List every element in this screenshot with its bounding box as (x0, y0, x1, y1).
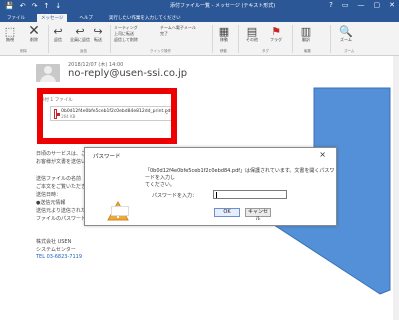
flag-label: フラグ (270, 37, 282, 42)
phone-link[interactable]: TEL 03-6823-7119 (36, 254, 82, 260)
ignore-label: 無視 (6, 37, 14, 42)
quick-step-done[interactable]: 完了 (160, 31, 196, 37)
group-delete: 削除 (20, 49, 27, 53)
dialog-message-line2: てください。 (145, 182, 175, 188)
group-quick-steps: クイック操作 (150, 49, 171, 53)
reply-button[interactable]: ↩ 返信 (52, 25, 64, 43)
other-icon: ▤ (246, 24, 258, 38)
password-input[interactable] (213, 190, 287, 199)
body-line: 送信ファイルの名前 (36, 176, 82, 182)
quick-step-reply-delete[interactable]: 返信して削除 (114, 37, 138, 43)
tell-me-search[interactable]: 実行したい作業を入力してください (105, 14, 185, 22)
quick-steps-list: ミーティング 上司に転送 返信して削除 (114, 25, 138, 43)
minimize-icon[interactable]: — (358, 1, 365, 9)
help-icon[interactable]: ? (329, 1, 333, 9)
close-icon[interactable]: × (319, 150, 326, 159)
blank-panel (111, 206, 129, 216)
ribbon: ⬚ 無視 ✕ 削除 削除 ↩ 返信 ↩ 全員に返信 ↪ 転送 返信 ミーティング… (0, 22, 399, 56)
other-label: その他 (246, 37, 258, 42)
delete-label: 削除 (30, 37, 38, 42)
ribbon-separator (238, 25, 239, 53)
up-icon[interactable]: ↑ (43, 2, 49, 10)
window-title: 添付ファイル一覧 - メッセージ (テキスト形式) (170, 3, 276, 9)
zoom-label: ズーム (340, 37, 352, 42)
redo-icon[interactable]: ↷ (32, 2, 38, 10)
message-date: 2018/12/07 (木) 14:00 (68, 62, 124, 68)
forward-button[interactable]: ↪ 転送 (92, 25, 104, 43)
zoom-icon: 🔍 (339, 24, 353, 38)
translate-button[interactable]: ▥ 翻訳 (300, 25, 312, 43)
other-button[interactable]: ▤ その他 (246, 25, 258, 43)
reply-label: 返信 (54, 37, 62, 42)
ignore-button[interactable]: ⬚ 無視 (4, 25, 16, 43)
sender-address[interactable]: no-reply@usen-ssi.co.jp (68, 68, 187, 79)
dialog-title: パスワード (93, 154, 121, 160)
avatar (36, 64, 60, 82)
ribbon-tabs: ファイル メッセージ ヘルプ 実行したい作業を入力してください (0, 12, 399, 22)
reply-all-button[interactable]: ↩ 全員に返信 (70, 25, 90, 43)
group-editing: 編集 (304, 49, 311, 53)
quick-steps-list-2: チームへ電子メール 完了 (160, 25, 196, 37)
text-cursor (216, 192, 217, 198)
body-line: システムセンター (36, 247, 76, 253)
zoom-button[interactable]: 🔍 ズーム (339, 24, 353, 43)
ignore-icon: ⬚ (4, 24, 16, 38)
body-line: ●送信元情報 (36, 200, 66, 206)
close-window-icon[interactable]: ✕ (389, 1, 395, 9)
dialog-message: 「0b0d12f4e0bfe5ceb1f2c0ebd84.pdf」は保護されてい… (145, 168, 336, 189)
ribbon-separator (330, 25, 331, 53)
title-bar: 💾 ↶ ↷ ↑ ↓ 添付ファイル一覧 - メッセージ (テキスト形式) ? ▭ … (0, 0, 399, 12)
forward-icon: ↪ (93, 24, 103, 38)
group-tags: タグ (262, 49, 269, 53)
down-icon[interactable]: ↓ (55, 2, 61, 10)
quick-access-toolbar: 💾 ↶ ↷ ↑ ↓ (0, 2, 61, 10)
dialog-message-line1: 「0b0d12f4e0bfe5ceb1f2c0ebd84.pdf」は保護されてい… (145, 168, 335, 181)
translate-icon: ▥ (300, 24, 312, 38)
ribbon-separator (110, 25, 111, 53)
body-line: 送信日時： (36, 192, 62, 198)
body-line: 株式会社 USEN (36, 239, 72, 245)
ok-button[interactable]: OK (214, 208, 240, 217)
ribbon-display-icon[interactable]: ▭ (342, 1, 349, 9)
ribbon-separator (292, 25, 293, 53)
delete-button[interactable]: ✕ 削除 (28, 23, 40, 43)
ribbon-separator (212, 25, 213, 53)
flag-icon: ⚑ (271, 24, 281, 38)
ribbon-separator (48, 25, 49, 53)
reply-all-label: 全員に返信 (70, 37, 90, 42)
delete-icon: ✕ (28, 23, 40, 39)
password-label: パスワードを入力： (152, 193, 198, 199)
reply-icon: ↩ (53, 24, 63, 38)
save-icon[interactable]: 💾 (5, 2, 14, 10)
attachment-highlight-box (37, 88, 177, 144)
window-controls: ? ▭ — ▢ ✕ (329, 1, 395, 9)
cancel-button[interactable]: キャンセル (245, 208, 271, 222)
move-button[interactable]: ▦ 移動 (218, 25, 230, 43)
translate-label: 翻訳 (302, 37, 310, 42)
move-label: 移動 (220, 37, 228, 42)
undo-icon[interactable]: ↶ (20, 2, 26, 10)
group-move: 移動 (220, 49, 227, 53)
forward-label: 転送 (94, 37, 102, 42)
tab-file[interactable]: ファイル (3, 14, 29, 22)
maximize-icon[interactable]: ▢ (374, 1, 381, 9)
flag-button[interactable]: ⚑ フラグ (270, 25, 282, 43)
group-zoom: ズーム (344, 49, 355, 53)
move-icon: ▦ (218, 24, 230, 38)
tab-message[interactable]: メッセージ (37, 14, 68, 22)
reply-all-icon: ↩ (75, 24, 85, 38)
tab-help[interactable]: ヘルプ (75, 14, 97, 22)
scrollbar[interactable] (393, 56, 399, 320)
group-respond: 返信 (80, 49, 87, 53)
